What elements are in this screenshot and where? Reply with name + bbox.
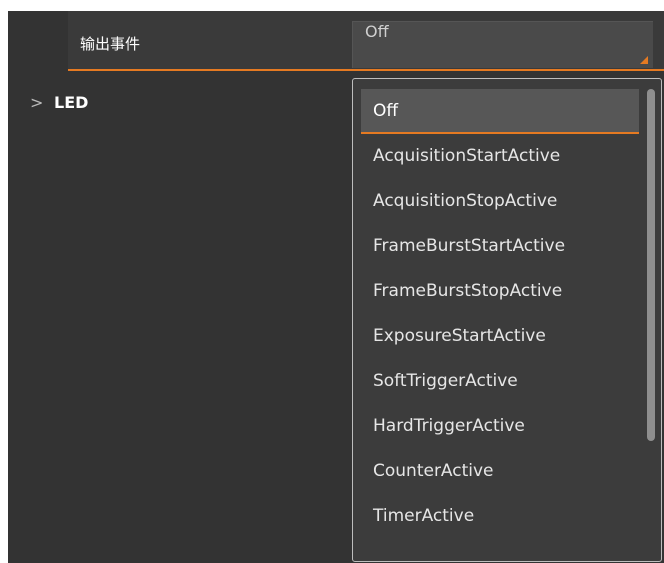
output-event-combobox[interactable]: Off — [352, 21, 653, 68]
output-event-label: 输出事件 — [80, 35, 141, 53]
option-frame-burst-start-active[interactable]: FrameBurstStartActive — [361, 224, 639, 269]
tree-item-led[interactable]: > LED — [30, 93, 88, 112]
option-frame-burst-stop-active[interactable]: FrameBurstStopActive — [361, 269, 639, 314]
option-timer-active[interactable]: TimerActive — [361, 494, 639, 539]
output-event-dropdown-list: Off AcquisitionStartActive AcquisitionSt… — [352, 78, 662, 562]
option-hard-trigger-active[interactable]: HardTriggerActive — [361, 404, 639, 449]
options-list: Off AcquisitionStartActive AcquisitionSt… — [361, 89, 639, 539]
tree-item-label: LED — [54, 93, 89, 112]
option-exposure-start-active[interactable]: ExposureStartActive — [361, 314, 639, 359]
output-event-row: 输出事件 Off — [68, 11, 664, 71]
option-off[interactable]: Off — [361, 89, 639, 134]
dropdown-arrow-icon[interactable] — [640, 56, 648, 64]
option-acquisition-start-active[interactable]: AcquisitionStartActive — [361, 134, 639, 179]
dropdown-scrollbar[interactable] — [647, 89, 655, 441]
option-acquisition-stop-active[interactable]: AcquisitionStopActive — [361, 179, 639, 224]
option-soft-trigger-active[interactable]: SoftTriggerActive — [361, 359, 639, 404]
combobox-value: Off — [365, 22, 389, 41]
properties-panel: 输出事件 Off > LED Off AcquisitionStartActive… — [8, 11, 664, 563]
chevron-right-icon[interactable]: > — [30, 93, 54, 112]
option-counter-active[interactable]: CounterActive — [361, 449, 639, 494]
